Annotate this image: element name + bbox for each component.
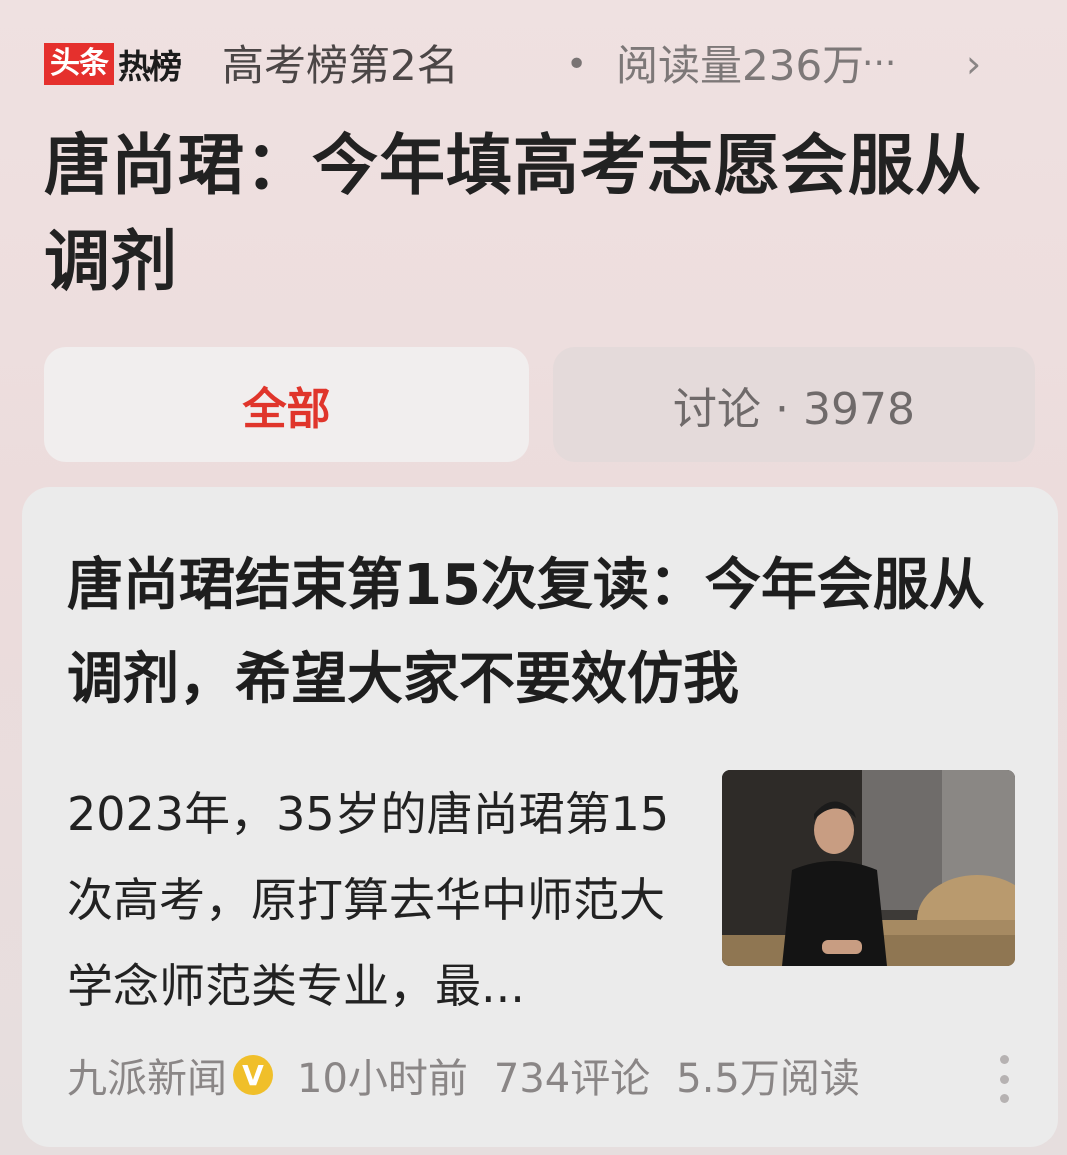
- tab-all[interactable]: 全部: [44, 347, 529, 462]
- hot-rank-label: 高考榜第2名: [222, 41, 459, 90]
- comment-count: 734评论: [493, 1056, 651, 1102]
- article-excerpt: 2023年，35岁的唐尚珺第15次高考，原打算去华中师范大学念师范类专业，最..…: [67, 787, 670, 1013]
- more-options-icon[interactable]: [1000, 1055, 1010, 1103]
- toutiao-hot-list-logo: 头条 热榜: [44, 42, 182, 86]
- separator-dot: •: [566, 44, 588, 85]
- chevron-right-icon[interactable]: ›: [966, 40, 981, 88]
- source-name[interactable]: 九派新闻: [67, 1046, 227, 1104]
- article-read-count: 5.5万阅读: [676, 1056, 860, 1102]
- article-meta: 九派新闻 V 10小时前 734评论 5.5万阅读: [67, 1046, 886, 1104]
- verified-badge-icon: V: [233, 1055, 273, 1095]
- read-count: 阅读量236万: [616, 41, 865, 90]
- article-card[interactable]: 唐尚珺结束第15次复读：今年会服从调剂，希望大家不要效仿我 2023年，35岁的…: [22, 487, 1058, 1147]
- hot-list-bar[interactable]: 头条 热榜 高考榜第2名 • 阅读量236万 ··· ›: [44, 40, 1034, 92]
- logo-hot: 热榜: [118, 47, 182, 86]
- article-title[interactable]: 唐尚珺结束第15次复读：今年会服从调剂，希望大家不要效仿我: [67, 539, 1007, 727]
- logo-box: 头条: [44, 43, 114, 85]
- article-thumbnail[interactable]: [722, 770, 1015, 966]
- ellipsis: ···: [862, 43, 897, 84]
- tab-discussion[interactable]: 讨论 · 3978: [553, 347, 1035, 462]
- thumbnail-photo: [722, 770, 1015, 966]
- publish-time: 10小时前: [297, 1056, 468, 1102]
- topic-headline: 唐尚珺：今年填高考志愿会服从调剂: [44, 127, 982, 300]
